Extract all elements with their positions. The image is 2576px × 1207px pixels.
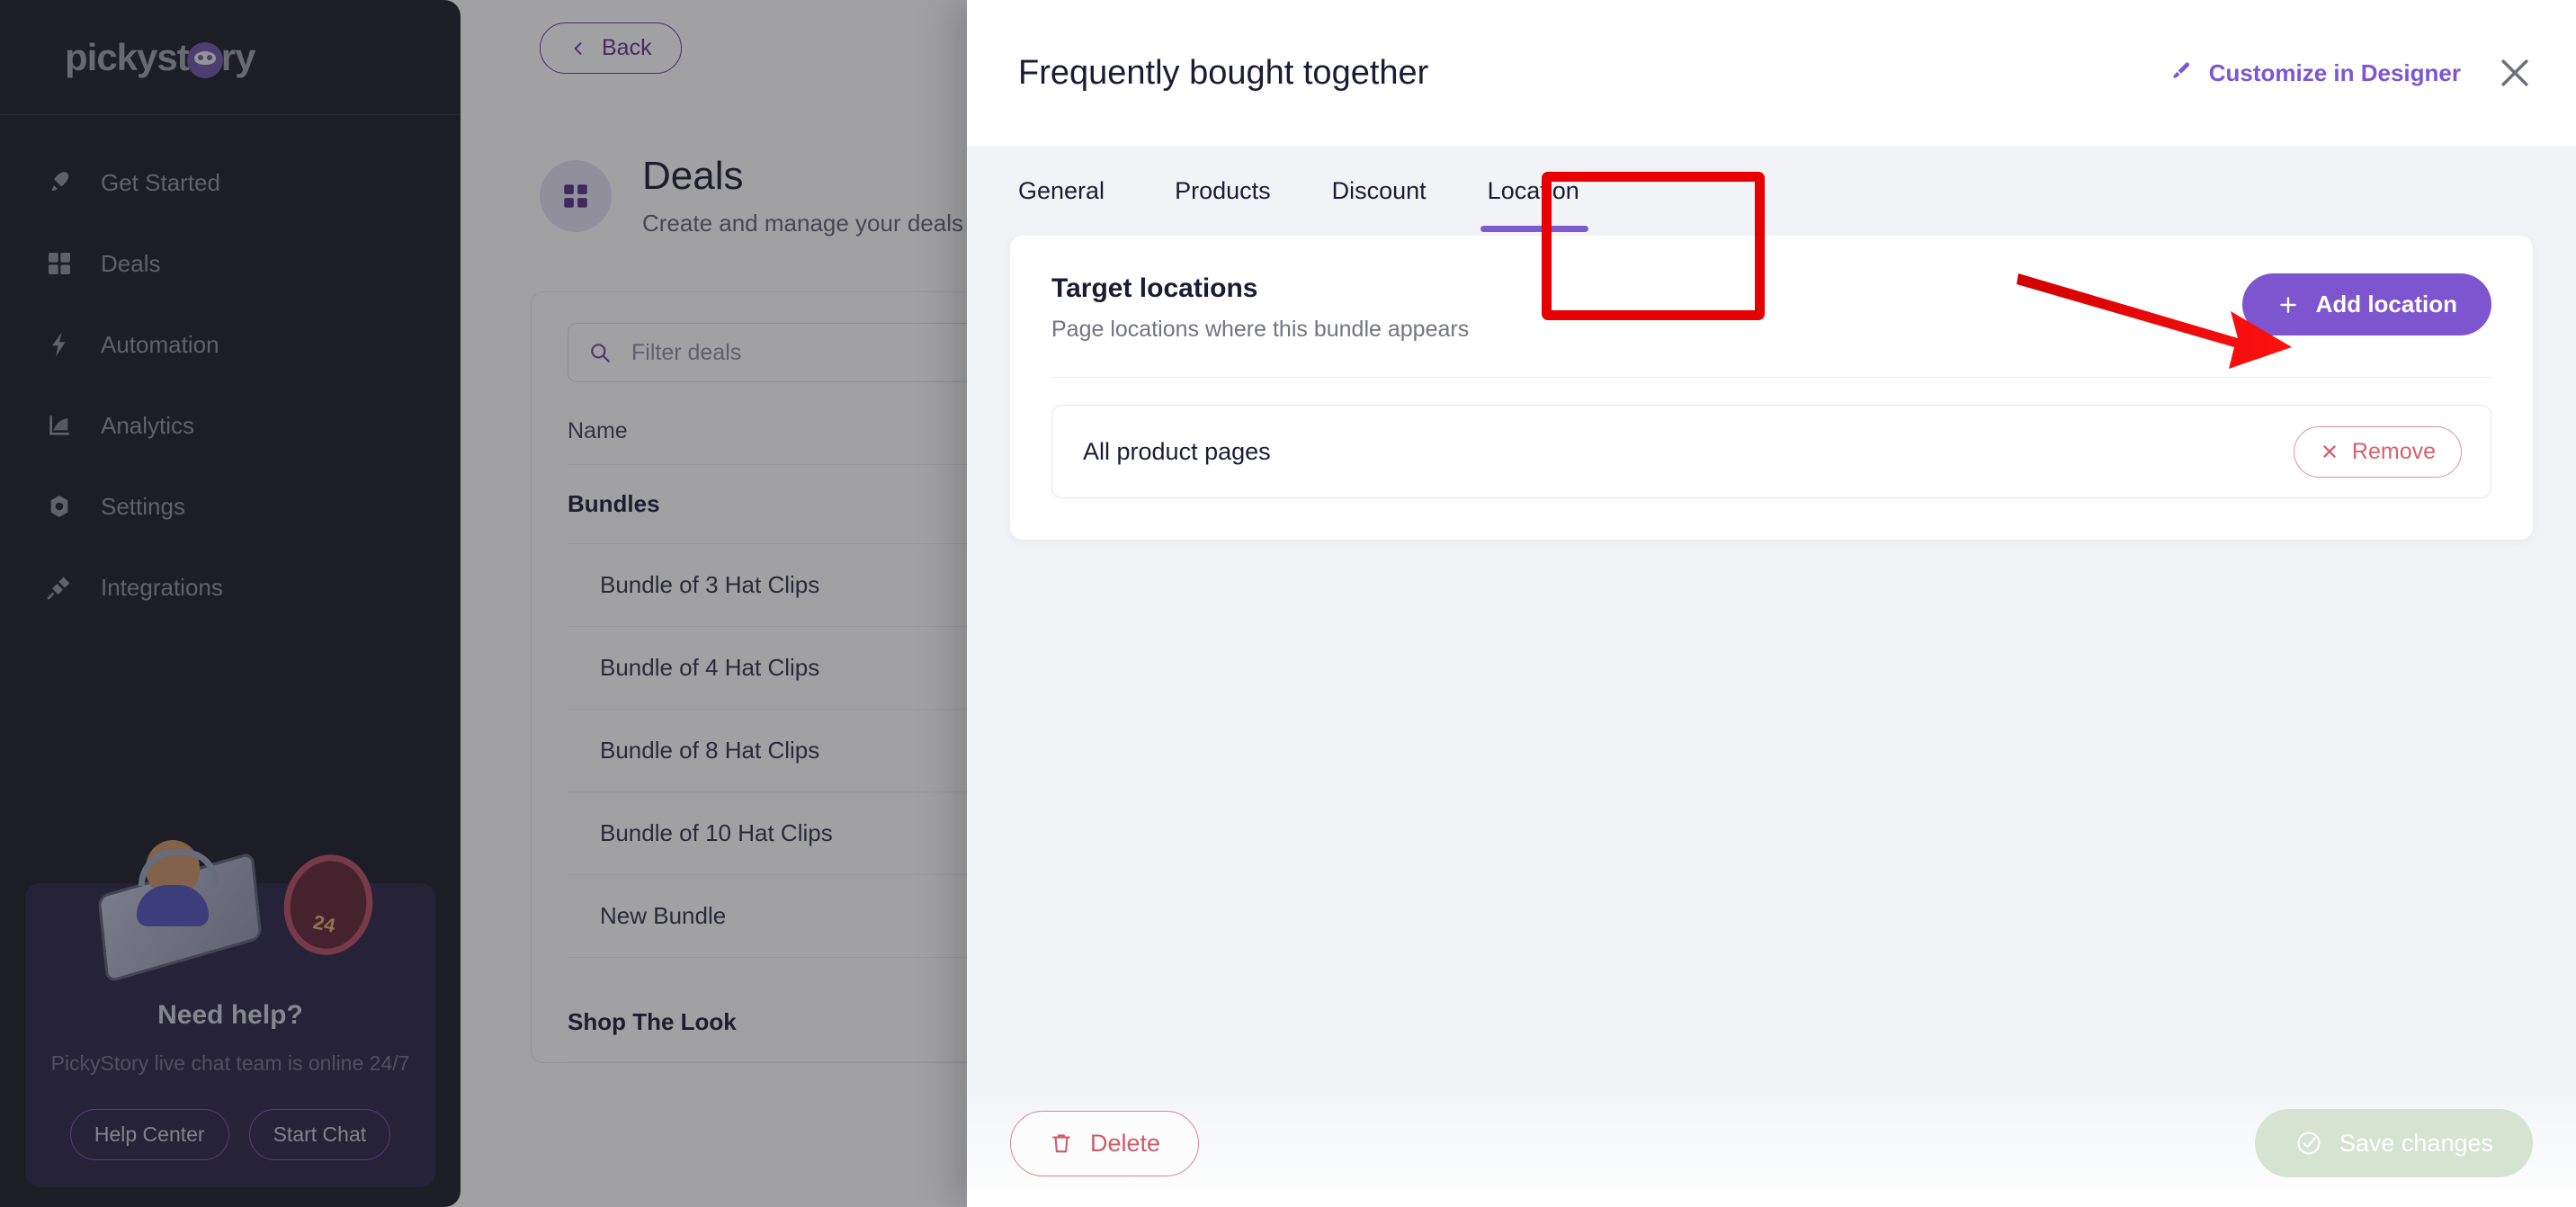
- tab-location[interactable]: Location: [1457, 146, 1610, 236]
- customize-in-designer-button[interactable]: Customize in Designer: [2168, 59, 2461, 87]
- check-circle-icon: [2297, 1131, 2321, 1155]
- panel-title: Target locations: [1051, 273, 1258, 303]
- modal-body: Target locations Page locations where th…: [967, 236, 2576, 1079]
- tab-products[interactable]: Products: [1144, 146, 1301, 236]
- remove-location-label: Remove: [2351, 438, 2436, 464]
- modal-tabs: General Products Discount Location: [967, 146, 2576, 236]
- modal-header: Frequently bought together Customize in …: [967, 0, 2576, 146]
- delete-button[interactable]: Delete: [1010, 1110, 1200, 1176]
- add-location-button[interactable]: Add location: [2241, 273, 2491, 335]
- remove-location-button[interactable]: Remove: [2293, 425, 2462, 478]
- close-icon[interactable]: [2495, 53, 2535, 93]
- customize-in-designer-label: Customize in Designer: [2208, 58, 2461, 86]
- target-locations-panel: Target locations Page locations where th…: [1010, 236, 2533, 540]
- location-row[interactable]: All product pages Remove: [1051, 405, 2491, 498]
- location-name: All product pages: [1083, 437, 1271, 465]
- tab-discount[interactable]: Discount: [1301, 146, 1457, 236]
- save-changes-label: Save changes: [2339, 1129, 2493, 1157]
- tab-general[interactable]: General: [1018, 146, 1144, 236]
- panel-subtitle: Page locations where this bundle appears: [1051, 317, 1470, 342]
- modal-title: Frequently bought together: [1018, 53, 1429, 92]
- deal-settings-modal: Frequently bought together Customize in …: [967, 0, 2576, 1207]
- add-location-label: Add location: [2315, 291, 2457, 317]
- panel-divider: [1051, 377, 2491, 378]
- delete-button-label: Delete: [1090, 1129, 1161, 1157]
- modal-footer: Delete Save changes: [967, 1079, 2576, 1207]
- save-changes-button[interactable]: Save changes: [2254, 1109, 2533, 1177]
- x-icon: [2323, 445, 2336, 458]
- plus-icon: [2279, 296, 2296, 313]
- brush-icon: [2173, 62, 2189, 78]
- trash-icon: [1052, 1134, 1070, 1153]
